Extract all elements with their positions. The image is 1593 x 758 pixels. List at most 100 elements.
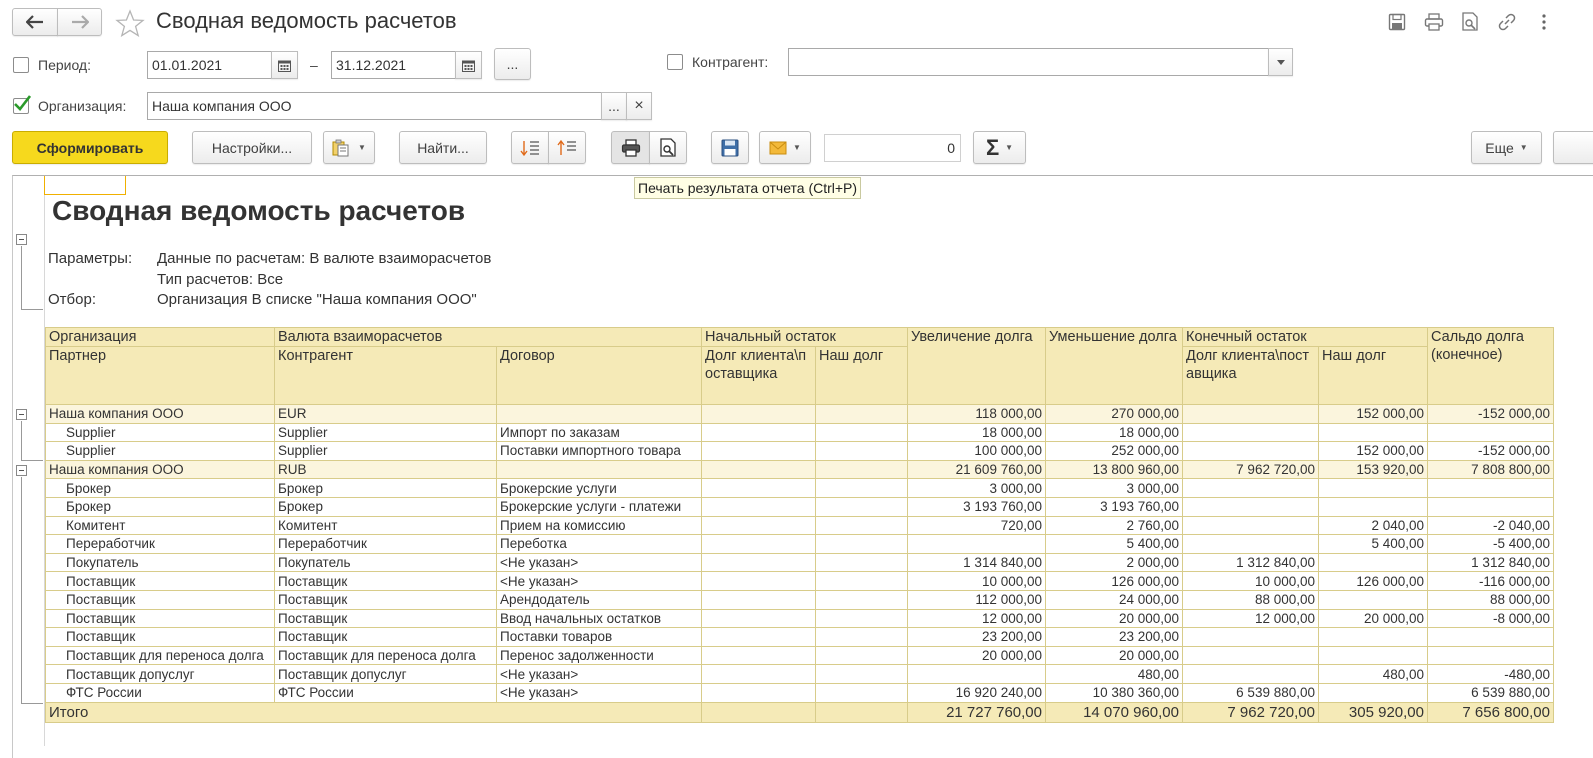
- cell-counterparty[interactable]: ФТС России: [274, 682, 497, 703]
- cell-client-debt-opening[interactable]: [701, 571, 816, 591]
- cell-our-debt-closing[interactable]: 152 000,00: [1318, 441, 1428, 461]
- total-label[interactable]: Итого: [45, 701, 702, 723]
- cell-debt-decrease[interactable]: 20 000,00: [1045, 608, 1183, 629]
- total-our-debt-closing[interactable]: 305 920,00: [1318, 701, 1428, 723]
- cell-counterparty[interactable]: Поставщик допуслуг: [274, 664, 497, 684]
- find-button[interactable]: Найти...: [399, 131, 487, 164]
- cell-client-debt-opening[interactable]: [701, 664, 816, 684]
- cell-debt-balance[interactable]: [1427, 627, 1554, 647]
- cell-client-debt-closing[interactable]: 88 000,00: [1182, 589, 1319, 610]
- cell-our-debt-closing[interactable]: [1318, 552, 1428, 573]
- table-row[interactable]: Supplier Supplier Поставки импортного това…: [45, 441, 1554, 461]
- total-debt-increase[interactable]: 21 727 760,00: [907, 701, 1046, 723]
- cell-debt-decrease[interactable]: 24 000,00: [1045, 589, 1183, 610]
- table-row[interactable]: ФТС России ФТС России <Не указан> 16 920 24…: [45, 682, 1554, 703]
- cell-debt-increase[interactable]: 20 000,00: [907, 645, 1046, 666]
- cell-debt-decrease[interactable]: 252 000,00: [1045, 441, 1183, 461]
- cell-partner[interactable]: Наша компания ООО: [45, 459, 275, 480]
- cell-debt-increase[interactable]: 18 000,00: [907, 422, 1046, 443]
- cell-client-debt-closing[interactable]: [1182, 664, 1319, 684]
- cell-counterparty[interactable]: Поставщик: [274, 571, 497, 591]
- cell-debt-decrease[interactable]: 3 193 760,00: [1045, 496, 1183, 517]
- cell-debt-decrease[interactable]: 18 000,00: [1045, 422, 1183, 443]
- table-row[interactable]: Поставщик Поставщик Ввод начальных остатко…: [45, 608, 1554, 629]
- cell-contract[interactable]: [496, 404, 702, 424]
- date-from-calendar-button[interactable]: [271, 51, 298, 79]
- cell-our-debt-opening[interactable]: [815, 422, 908, 443]
- cell-our-debt-closing[interactable]: 153 920,00: [1318, 459, 1428, 480]
- cell-client-debt-opening[interactable]: [701, 515, 816, 536]
- cell-our-debt-opening[interactable]: [815, 608, 908, 629]
- cell-our-debt-closing[interactable]: [1318, 422, 1428, 443]
- cell-partner[interactable]: Брокер: [45, 496, 275, 517]
- cell-our-debt-opening[interactable]: [815, 404, 908, 424]
- total-row[interactable]: Итого 21 727 760,00 14 070 960,00 7 962 720…: [45, 701, 1554, 723]
- cell-our-debt-opening[interactable]: [815, 496, 908, 517]
- cell-debt-increase[interactable]: [907, 534, 1046, 554]
- cell-client-debt-opening[interactable]: [701, 422, 816, 443]
- date-to-calendar-button[interactable]: [455, 51, 482, 79]
- outline-rub-group-toggle[interactable]: [16, 465, 27, 476]
- cell-our-debt-opening[interactable]: [815, 571, 908, 591]
- cell-our-debt-closing[interactable]: 480,00: [1318, 664, 1428, 684]
- cell-client-debt-opening[interactable]: [701, 478, 816, 498]
- cell-counterparty[interactable]: Поставщик: [274, 627, 497, 647]
- cell-debt-decrease[interactable]: 13 800 960,00: [1045, 459, 1183, 480]
- cell-debt-decrease[interactable]: 126 000,00: [1045, 571, 1183, 591]
- period-select-button[interactable]: ...: [494, 48, 531, 80]
- table-row[interactable]: Поставщик допуслуг Поставщик допуслуг <Не …: [45, 664, 1554, 684]
- cell-debt-decrease[interactable]: 2 000,00: [1045, 552, 1183, 573]
- total-empty[interactable]: [701, 701, 816, 723]
- cell-debt-balance[interactable]: -480,00: [1427, 664, 1554, 684]
- cell-debt-increase[interactable]: 720,00: [907, 515, 1046, 536]
- cell-partner[interactable]: Поставщик для переноса долга: [45, 645, 275, 666]
- print-preview-button[interactable]: [649, 131, 687, 164]
- period-checkbox[interactable]: [13, 57, 29, 73]
- cell-client-debt-closing[interactable]: [1182, 478, 1319, 498]
- cell-debt-decrease[interactable]: 480,00: [1045, 664, 1183, 684]
- date-to-field[interactable]: 31.12.2021: [331, 51, 456, 79]
- cell-debt-balance[interactable]: 6 539 880,00: [1427, 682, 1554, 703]
- cell-debt-balance[interactable]: -5 400,00: [1427, 534, 1554, 554]
- cell-debt-decrease[interactable]: 3 000,00: [1045, 478, 1183, 498]
- cell-contract[interactable]: Переботка: [496, 534, 702, 554]
- cell-counterparty[interactable]: EUR: [274, 404, 497, 424]
- send-email-button[interactable]: ▼: [759, 131, 811, 164]
- cell-partner[interactable]: ФТС России: [45, 682, 275, 703]
- cell-partner[interactable]: Поставщик: [45, 571, 275, 591]
- more-vertical-icon[interactable]: [1536, 11, 1552, 33]
- total-empty[interactable]: [815, 701, 908, 723]
- table-row[interactable]: Поставщик Поставщик Поставки товаров 23 200…: [45, 627, 1554, 647]
- table-row[interactable]: Поставщик Поставщик <Не указан> 10 000,00 12…: [45, 571, 1554, 591]
- total-client-debt-closing[interactable]: 7 962 720,00: [1182, 701, 1319, 723]
- cell-client-debt-closing[interactable]: [1182, 534, 1319, 554]
- cell-counterparty[interactable]: Комитент: [274, 515, 497, 536]
- cell-partner[interactable]: Поставщик допуслуг: [45, 664, 275, 684]
- cell-debt-balance[interactable]: -152 000,00: [1427, 441, 1554, 461]
- cell-debt-increase[interactable]: [907, 664, 1046, 684]
- back-button[interactable]: [12, 8, 58, 36]
- cell-debt-increase[interactable]: 112 000,00: [907, 589, 1046, 610]
- sum-button[interactable]: Σ ▼: [973, 131, 1026, 164]
- cell-our-debt-opening[interactable]: [815, 515, 908, 536]
- cell-debt-balance[interactable]: -152 000,00: [1427, 404, 1554, 424]
- cell-partner[interactable]: Supplier: [45, 441, 275, 461]
- cell-our-debt-opening[interactable]: [815, 682, 908, 703]
- save-report-button[interactable]: [711, 131, 749, 164]
- cell-debt-decrease[interactable]: 5 400,00: [1045, 534, 1183, 554]
- cell-our-debt-closing[interactable]: [1318, 478, 1428, 498]
- table-row[interactable]: Supplier Supplier Импорт по заказам 18 000,…: [45, 422, 1554, 443]
- outline-header-group-toggle[interactable]: [16, 234, 27, 245]
- cell-client-debt-opening[interactable]: [701, 534, 816, 554]
- cell-partner[interactable]: Supplier: [45, 422, 275, 443]
- forward-button[interactable]: [57, 8, 102, 36]
- total-debt-balance[interactable]: 7 656 800,00: [1427, 701, 1554, 723]
- cell-contract[interactable]: Поставки импортного товара: [496, 441, 702, 461]
- settings-button[interactable]: Настройки...: [192, 131, 312, 164]
- cell-our-debt-opening[interactable]: [815, 589, 908, 610]
- cell-debt-balance[interactable]: 1 312 840,00: [1427, 552, 1554, 573]
- favorite-star-icon[interactable]: [114, 8, 146, 38]
- cell-debt-decrease[interactable]: 20 000,00: [1045, 645, 1183, 666]
- print-icon[interactable]: [1423, 11, 1445, 33]
- cell-partner[interactable]: Поставщик: [45, 627, 275, 647]
